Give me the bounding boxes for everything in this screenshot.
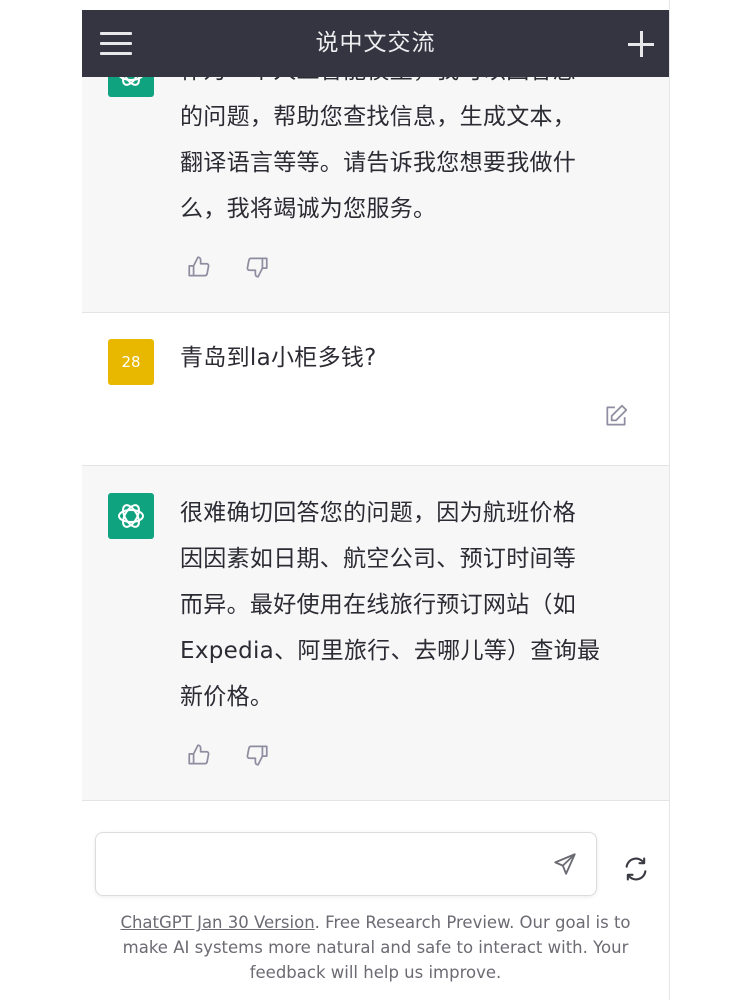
footer-text: . Free Research Preview. Our goal is to: [314, 913, 631, 932]
message-line: 而异。最好使用在线旅行预订网站（如: [180, 592, 577, 618]
chat-app: 作为一个人工智能模型，我可以回答您 的问题，帮助您查找信息，生成文本， 翻译语言…: [82, 10, 669, 1000]
chat-title: 说中文交流: [315, 30, 436, 56]
thumbs-up-button[interactable]: [186, 742, 212, 768]
refresh-icon: [625, 857, 647, 881]
message-line: 因因素如日期、航空公司、预订时间等: [180, 546, 577, 572]
user-avatar: 28: [108, 339, 154, 385]
message-input[interactable]: [110, 847, 534, 883]
openai-logo-icon: [118, 504, 144, 528]
message-line: Expedia、阿里旅行、去哪儿等）查询最: [180, 638, 601, 664]
footer-line-1: ChatGPT Jan 30 Version. Free Research Pr…: [82, 910, 669, 935]
assistant-message-2: 很难确切回答您的问题，因为航班价格 因因素如日期、航空公司、预订时间等 而异。最…: [82, 466, 669, 801]
assistant-message-text: 很难确切回答您的问题，因为航班价格 因因素如日期、航空公司、预订时间等 而异。最…: [180, 490, 640, 720]
footer-line-2: make AI systems more natural and safe to…: [122, 938, 629, 957]
send-icon: [554, 853, 576, 875]
thumbs-up-icon: [188, 256, 210, 277]
edit-button[interactable]: [603, 403, 629, 429]
new-chat-button[interactable]: [628, 31, 654, 57]
message-line: 翻译语言等等。请告诉我您想要我做什: [180, 150, 577, 176]
regenerate-button[interactable]: [622, 855, 650, 883]
thumbs-up-button[interactable]: [186, 254, 212, 280]
thumbs-up-icon: [188, 744, 210, 765]
page-divider: [669, 0, 670, 1000]
footer-disclaimer: ChatGPT Jan 30 Version. Free Research Pr…: [82, 910, 669, 985]
message-line: 么，我将竭诚为您服务。: [180, 196, 437, 222]
user-message-text: 青岛到la小柜多钱?: [180, 345, 377, 371]
version-link[interactable]: ChatGPT Jan 30 Version: [120, 913, 314, 932]
message-line: 新价格。: [180, 684, 274, 710]
message-line: 的问题，帮助您查找信息，生成文本，: [180, 104, 577, 130]
thumbs-down-button[interactable]: [244, 742, 270, 768]
thumbs-down-icon: [246, 745, 268, 766]
send-button[interactable]: [552, 851, 578, 877]
top-bar: 说中文交流: [82, 10, 669, 77]
user-message: 28 青岛到la小柜多钱?: [82, 313, 669, 466]
message-line: 很难确切回答您的问题，因为航班价格: [180, 500, 577, 526]
message-composer: [95, 832, 597, 896]
assistant-avatar: [108, 493, 154, 539]
footer-line-3: feedback will help us improve.: [249, 963, 502, 982]
thumbs-down-icon: [246, 257, 268, 278]
edit-icon: [606, 404, 628, 426]
thumbs-down-button[interactable]: [244, 254, 270, 280]
